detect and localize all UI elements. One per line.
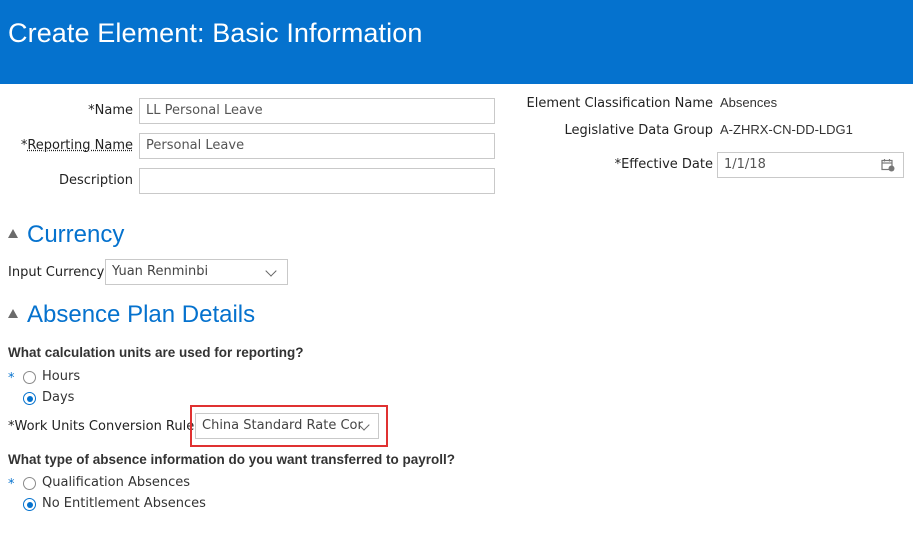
transfer-question: What type of absence information do you … xyxy=(8,452,456,467)
currency-section-title: Currency xyxy=(27,221,125,248)
effective-date-input[interactable]: 1/1/18 xyxy=(717,152,904,178)
radio-qualification-absences[interactable] xyxy=(23,477,36,490)
required-mark: * xyxy=(8,477,15,492)
radio-hours-label[interactable]: Hours xyxy=(42,369,80,384)
legislative-data-group-label: Legislative Data Group xyxy=(564,123,713,138)
input-currency-select[interactable]: Yuan Renminbi xyxy=(105,259,288,285)
radio-days[interactable] xyxy=(23,392,36,405)
name-label: *Name xyxy=(88,103,133,118)
units-question: What calculation units are used for repo… xyxy=(8,345,304,360)
radio-hours[interactable] xyxy=(23,371,36,384)
page-header: Create Element: Basic Information xyxy=(0,0,913,84)
element-classification-label: Element Classification Name xyxy=(526,96,713,111)
radio-qualification-absences-label[interactable]: Qualification Absences xyxy=(42,475,190,490)
absence-plan-section-title: Absence Plan Details xyxy=(27,301,256,328)
radio-no-entitlement-absences[interactable] xyxy=(23,498,36,511)
conversion-rule-label: *Work Units Conversion Rule xyxy=(8,419,195,434)
radio-days-label[interactable]: Days xyxy=(42,390,74,405)
calendar-icon[interactable] xyxy=(881,158,895,172)
conversion-rule-select[interactable]: China Standard Rate Cor xyxy=(195,413,379,439)
name-input[interactable]: LL Personal Leave xyxy=(139,98,495,124)
page-title: Create Element: Basic Information xyxy=(8,18,423,48)
conversion-rule-value: China Standard Rate Cor xyxy=(202,418,363,433)
collapse-triangle-icon[interactable] xyxy=(8,309,18,318)
element-classification-value: Absences xyxy=(720,95,778,110)
collapse-triangle-icon[interactable] xyxy=(8,229,18,238)
legislative-data-group-value: A-ZHRX-CN-DD-LDG1 xyxy=(720,122,853,137)
reporting-name-label: *Reporting Name xyxy=(20,138,133,153)
chevron-down-icon xyxy=(265,265,277,277)
radio-no-entitlement-absences-label[interactable]: No Entitlement Absences xyxy=(42,496,206,511)
effective-date-label: *Effective Date xyxy=(614,157,713,172)
effective-date-value: 1/1/18 xyxy=(724,157,766,172)
required-mark: * xyxy=(8,371,15,386)
description-label: Description xyxy=(58,173,133,188)
input-currency-label: Input Currency xyxy=(8,265,105,280)
input-currency-value: Yuan Renminbi xyxy=(112,264,209,279)
description-input[interactable] xyxy=(139,168,495,194)
reporting-name-input[interactable]: Personal Leave xyxy=(139,133,495,159)
